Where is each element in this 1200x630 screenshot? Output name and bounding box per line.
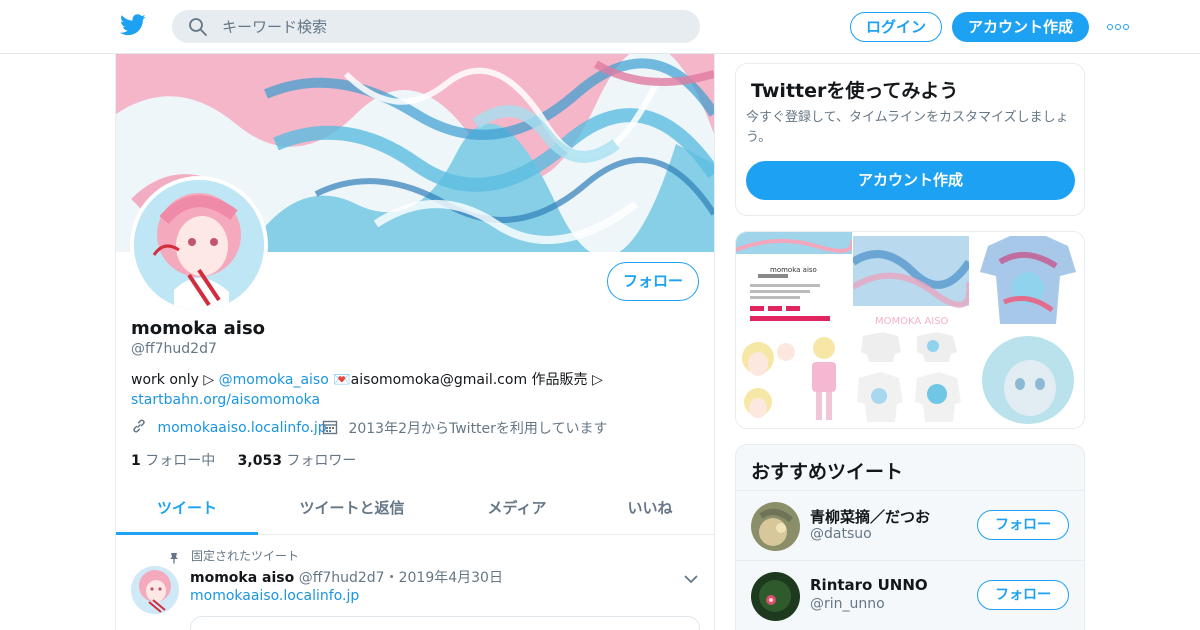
- profile-bio: work only ▷ @momoka_aiso 💌aisomomoka@gma…: [131, 370, 701, 410]
- tweet-author-name[interactable]: momoka aiso: [190, 570, 294, 586]
- website-link[interactable]: momokaaiso.localinfo.jp: [157, 420, 326, 436]
- profile-handle: @ff7hud2d7: [131, 341, 217, 357]
- tweet-separator: ・: [384, 570, 399, 586]
- recommended-item[interactable]: 青柳菜摘／だつお @datsuo フォロー: [736, 490, 1084, 560]
- follow-button[interactable]: フォロー: [607, 262, 699, 301]
- bio-prefix: work only ▷: [131, 372, 219, 388]
- recommended-follow-button[interactable]: フォロー: [977, 510, 1069, 540]
- following-stat[interactable]: 1 フォロー中: [131, 453, 215, 469]
- tweet-link[interactable]: momokaaiso.localinfo.jp: [190, 588, 359, 604]
- search-input[interactable]: [222, 10, 682, 43]
- followers-label: フォロワー: [286, 453, 357, 469]
- followers-stat[interactable]: 3,053 フォロワー: [238, 453, 357, 469]
- signup-card-title: Twitterを使ってみよう: [751, 80, 959, 102]
- search-icon: [188, 17, 208, 37]
- tweet-header: momoka aiso @ff7hud2d7・2019年4月30日: [190, 567, 503, 587]
- link-card-preview[interactable]: [190, 616, 700, 630]
- profile-column: フォロー momoka aiso @ff7hud2d7 work only ▷ …: [115, 54, 715, 630]
- tab-media[interactable]: メディア: [446, 482, 588, 535]
- profile-tabs: ツイート ツイートと返信 メディア いいね: [116, 482, 714, 535]
- website-item: momokaaiso.localinfo.jp: [131, 418, 327, 438]
- media-thumb-5[interactable]: [853, 332, 969, 428]
- recommended-avatar[interactable]: [751, 572, 800, 621]
- search-box[interactable]: [172, 10, 700, 43]
- tweet-author-handle: @ff7hud2d7: [298, 570, 385, 586]
- calendar-icon: [322, 419, 340, 439]
- recommended-item[interactable]: Rintaro UNNO @rin_unno フォロー: [736, 560, 1084, 630]
- recommended-name[interactable]: 青柳菜摘／だつお: [810, 506, 930, 527]
- recommended-handle: @datsuo: [810, 526, 872, 542]
- pinned-label: 固定されたツイート: [191, 549, 300, 563]
- tweet-date[interactable]: 2019年4月30日: [399, 570, 503, 586]
- bio-mention-link[interactable]: @momoka_aiso: [219, 372, 329, 388]
- recommended-tweets: おすすめツイート 青柳菜摘／だつお @datsuo フォロー Rintaro U…: [735, 444, 1085, 630]
- more-dots-icon[interactable]: [1107, 24, 1131, 30]
- bio-external-link[interactable]: startbahn.org/aisomomoka: [131, 392, 320, 408]
- joined-item: 2013年2月からTwitterを利用しています: [322, 418, 608, 439]
- twitter-bird-icon[interactable]: [120, 14, 146, 38]
- chevron-down-icon[interactable]: [684, 569, 698, 584]
- recommended-title: おすすめツイート: [751, 461, 904, 483]
- signup-card-button[interactable]: アカウント作成: [746, 161, 1075, 200]
- tab-likes[interactable]: いいね: [586, 482, 714, 535]
- recommended-follow-button[interactable]: フォロー: [977, 580, 1069, 610]
- following-label: フォロー中: [145, 453, 216, 469]
- profile-stats: 1 フォロー中 3,053 フォロワー: [131, 450, 356, 470]
- recommended-handle: @rin_unno: [810, 596, 885, 612]
- media-thumb-6[interactable]: [970, 332, 1084, 428]
- bio-text: 💌aisomomoka@gmail.com 作品販売 ▷: [328, 372, 603, 388]
- followers-count: 3,053: [237, 453, 282, 469]
- media-thumb-3[interactable]: [970, 232, 1084, 331]
- pin-icon: [168, 549, 180, 564]
- login-button[interactable]: ログイン: [850, 12, 942, 42]
- recommended-avatar[interactable]: [751, 502, 800, 551]
- signup-card: Twitterを使ってみよう 今すぐ登録して、タイムラインをカスタマイズしましょ…: [735, 63, 1085, 216]
- tab-tweets-and-replies[interactable]: ツイートと返信: [281, 482, 423, 535]
- signup-card-description: 今すぐ登録して、タイムラインをカスタマイズしましょう。: [746, 110, 1069, 145]
- media-thumb-text-2: MOMOKA AISO: [875, 316, 949, 327]
- tweet-avatar[interactable]: [131, 566, 179, 614]
- link-icon: [131, 418, 147, 438]
- profile-name[interactable]: momoka aiso: [131, 318, 265, 339]
- media-thumb-1[interactable]: momoka aiso: [736, 232, 852, 331]
- signup-button[interactable]: アカウント作成: [952, 12, 1089, 42]
- media-thumb-4[interactable]: [736, 332, 852, 428]
- profile-avatar[interactable]: [130, 176, 268, 314]
- media-grid: momoka aiso MOMOKA AISO: [735, 231, 1085, 429]
- joined-text: 2013年2月からTwitterを利用しています: [348, 421, 608, 437]
- media-thumb-text: momoka aiso: [770, 266, 817, 274]
- recommended-name[interactable]: Rintaro UNNO: [810, 576, 928, 594]
- media-thumb-2[interactable]: MOMOKA AISO: [853, 232, 969, 331]
- following-count: 1: [131, 453, 141, 469]
- top-navigation-bar: ログイン アカウント作成: [0, 0, 1200, 54]
- tab-tweets[interactable]: ツイート: [116, 482, 258, 535]
